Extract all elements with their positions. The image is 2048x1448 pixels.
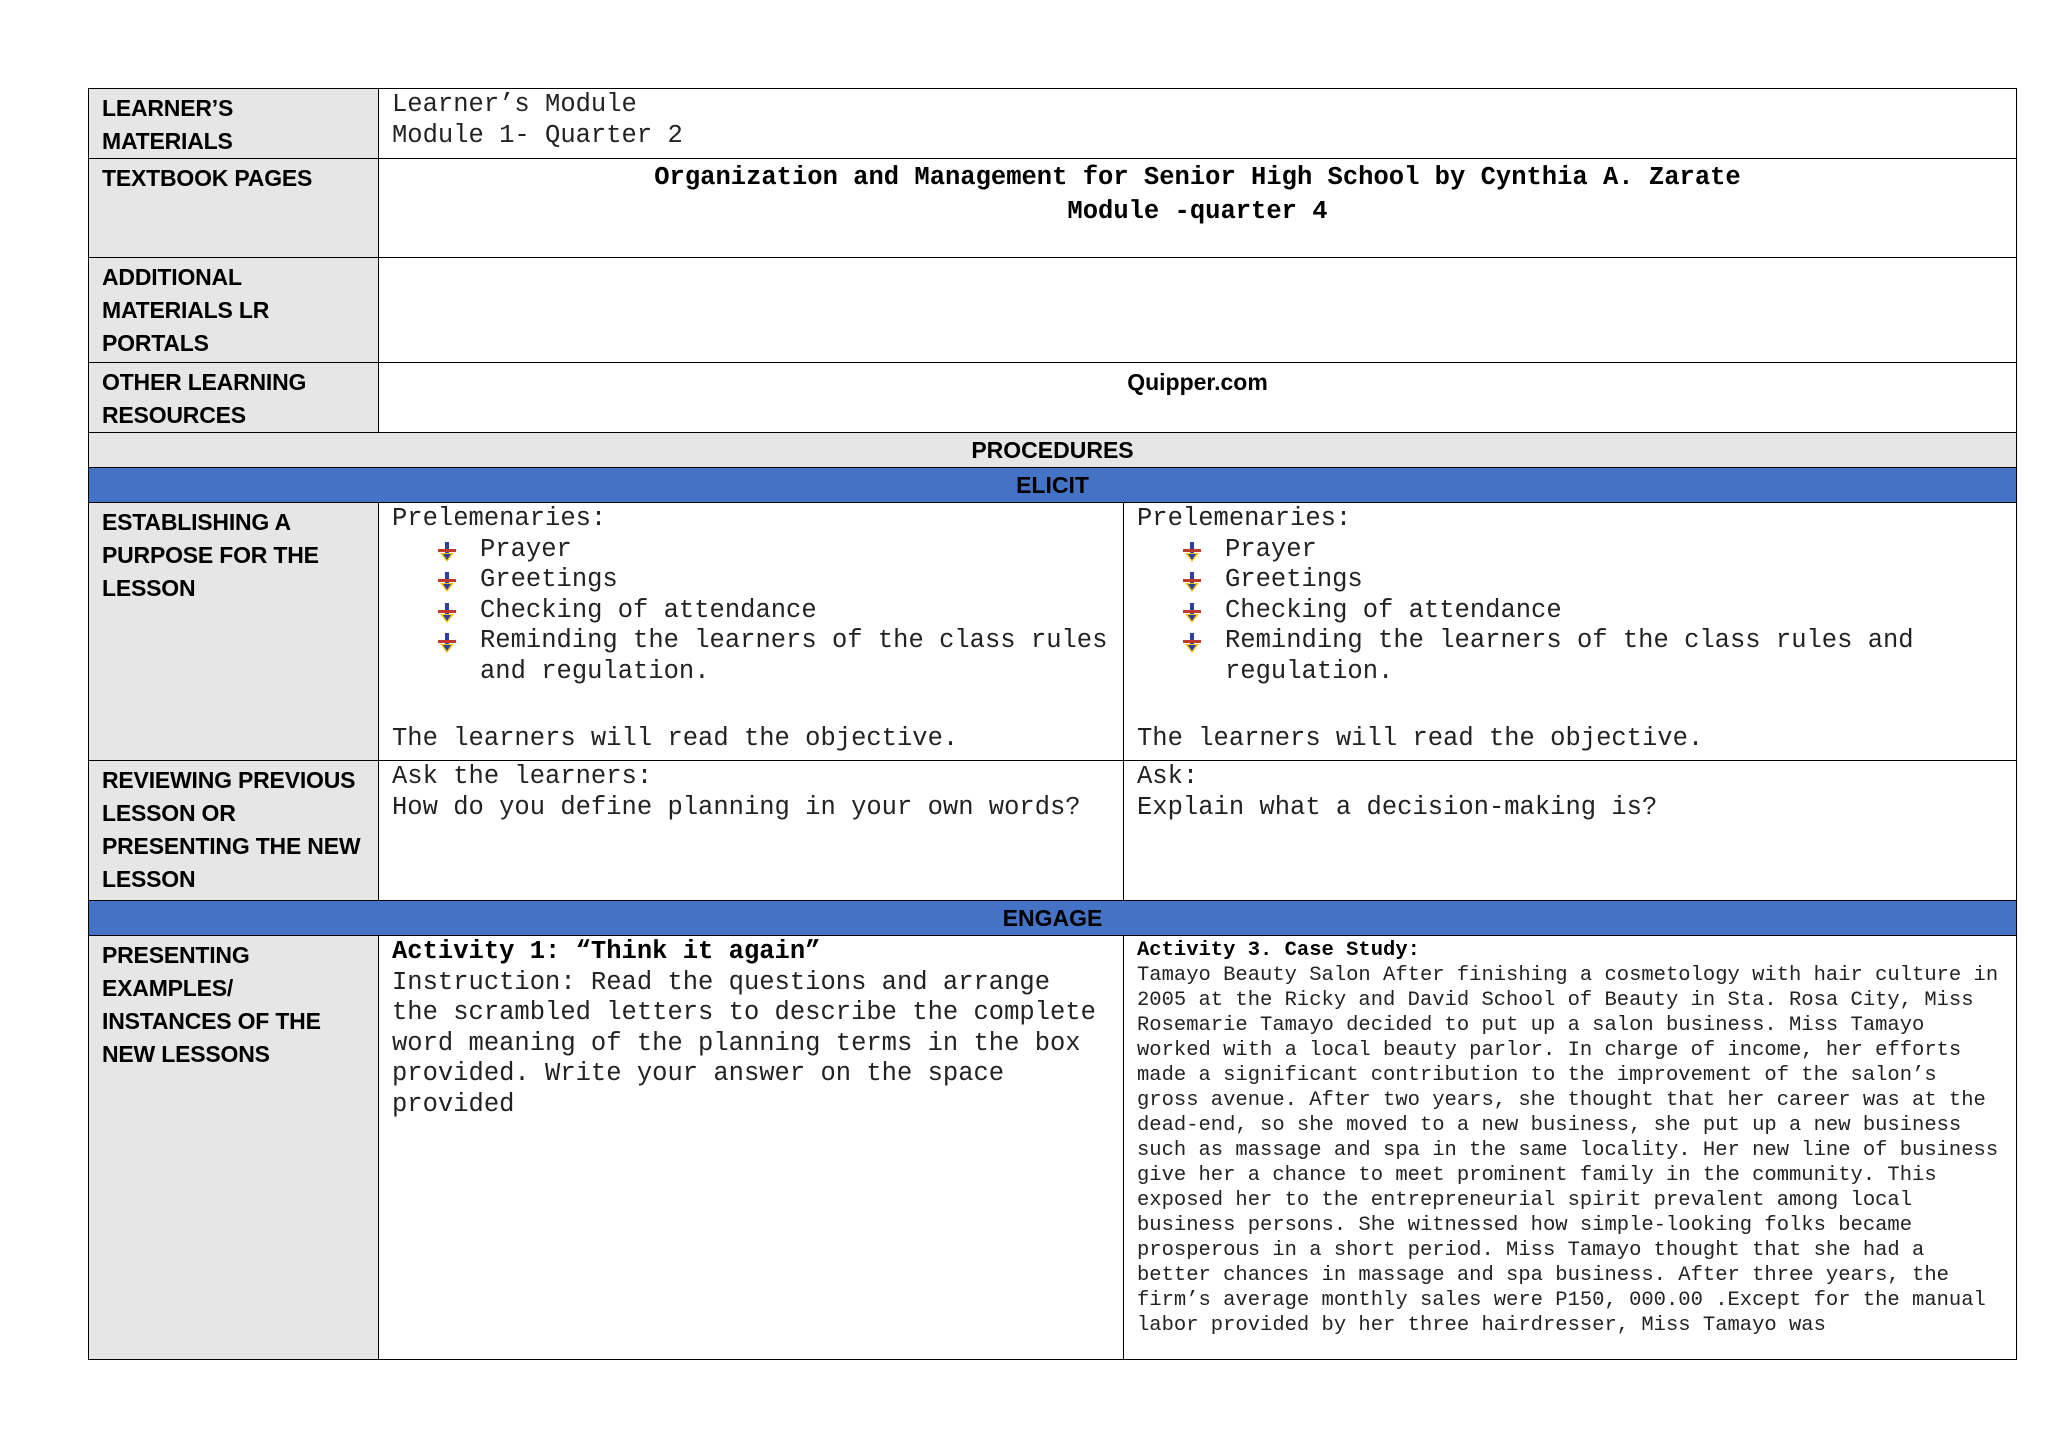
list-item-text: Reminding the learners of the class rule… (480, 626, 1108, 686)
row-procedures: PROCEDURES (88, 432, 2017, 468)
list-item: Checking of attendance (436, 596, 1111, 627)
arrow-down-bullet-icon (1183, 632, 1201, 653)
arrow-down-bullet-icon (1183, 571, 1201, 592)
reviewing-left-line2: How do you define planning in your own w… (392, 792, 1081, 822)
reviewing-right-line2: Explain what a decision-making is? (1137, 792, 1658, 822)
engage-header: ENGAGE (88, 900, 2017, 936)
learners-materials-label: LEARNER’S MATERIALS (88, 88, 379, 159)
list-item-text: Checking of attendance (480, 595, 817, 625)
case-study-text: Tamayo Beauty Salon After finishing a co… (1137, 964, 1999, 1337)
arrow-down-bullet-icon (438, 571, 456, 592)
establishing-label: ESTABLISHING A PURPOSE FOR THE LESSON (88, 502, 379, 761)
establishing-right-closing: The learners will read the objective. (1137, 724, 1704, 753)
reviewing-right-line1: Ask: (1137, 762, 1199, 791)
establishing-right-list: Prayer Greetings Checking of attendance … (1137, 535, 2004, 688)
list-item-text: Reminding the learners of the class rule… (1225, 626, 1914, 686)
presenting-label: PRESENTING EXAMPLES/ INSTANCES OF THE NE… (88, 935, 379, 1360)
list-item-text: Prayer (480, 534, 572, 564)
learners-materials-line1: Learner’s Module (392, 90, 637, 119)
establishing-right: Prelemenaries: Prayer Greetings Checking… (1123, 502, 2017, 761)
case-study-title: Activity 3. Case Study: (1137, 939, 1420, 962)
list-item: Checking of attendance (1181, 596, 2004, 627)
arrow-down-bullet-icon (1183, 602, 1201, 623)
list-item-text: Greetings (1225, 565, 1363, 594)
establishing-right-title: Prelemenaries: (1137, 504, 1352, 533)
lesson-plan-page: LEARNER’S MATERIALS Learner’s Module Mod… (88, 88, 2017, 1360)
arrow-down-bullet-icon (1183, 541, 1201, 562)
row-presenting: PRESENTING EXAMPLES/ INSTANCES OF THE NE… (88, 935, 2017, 1360)
list-item-text: Prayer (1225, 534, 1317, 564)
other-resources-value: Quipper.com (378, 362, 2017, 433)
textbook-title: Organization and Management for Senior H… (654, 163, 1741, 192)
learners-materials-line2: Module 1- Quarter 2 (392, 120, 683, 150)
list-item: Greetings (436, 565, 1111, 596)
reviewing-left: Ask the learners: How do you define plan… (378, 760, 1124, 901)
row-other-resources: OTHER LEARNING RESOURCES Quipper.com (88, 362, 2017, 433)
row-learners-materials: LEARNER’S MATERIALS Learner’s Module Mod… (88, 88, 2017, 159)
row-reviewing: REVIEWING PREVIOUS LESSON OR PRESENTING … (88, 760, 2017, 901)
row-establishing: ESTABLISHING A PURPOSE FOR THE LESSON Pr… (88, 502, 2017, 761)
list-item: Prayer (436, 535, 1111, 566)
activity-1-instruction: Instruction: Read the questions and arra… (392, 967, 1096, 1119)
activity-1-title: Activity 1: “Think it again” (392, 937, 821, 966)
textbook-pages-value: Organization and Management for Senior H… (378, 158, 2017, 258)
row-textbook-pages: TEXTBOOK PAGES Organization and Manageme… (88, 158, 2017, 258)
presenting-left: Activity 1: “Think it again” Instruction… (378, 935, 1124, 1360)
arrow-down-bullet-icon (438, 602, 456, 623)
row-additional-materials: ADDITIONAL MATERIALS LR PORTALS (88, 257, 2017, 363)
textbook-module: Module -quarter 4 (1067, 197, 1328, 226)
learners-materials-value: Learner’s Module Module 1- Quarter 2 (378, 88, 2017, 159)
case-study-box: Activity 3. Case Study: Tamayo Beauty Sa… (1124, 936, 2016, 1358)
additional-materials-label: ADDITIONAL MATERIALS LR PORTALS (88, 257, 379, 363)
establishing-left-closing: The learners will read the objective. (392, 724, 959, 753)
arrow-down-bullet-icon (438, 541, 456, 562)
list-item-text: Checking of attendance (1225, 595, 1562, 625)
establishing-left: Prelemenaries: Prayer Greetings Checking… (378, 502, 1124, 761)
textbook-pages-label: TEXTBOOK PAGES (88, 158, 379, 258)
reviewing-right: Ask: Explain what a decision-making is? (1123, 760, 2017, 901)
elicit-header: ELICIT (88, 467, 2017, 503)
arrow-down-bullet-icon (438, 632, 456, 653)
list-item-text: Greetings (480, 565, 618, 594)
list-item: Reminding the learners of the class rule… (1181, 626, 2004, 687)
reviewing-label: REVIEWING PREVIOUS LESSON OR PRESENTING … (88, 760, 379, 901)
list-item: Reminding the learners of the class rule… (436, 626, 1111, 687)
reviewing-left-line1: Ask the learners: (392, 762, 653, 791)
list-item: Prayer (1181, 535, 2004, 566)
other-resources-label: OTHER LEARNING RESOURCES (88, 362, 379, 433)
presenting-right: Activity 3. Case Study: Tamayo Beauty Sa… (1123, 935, 2017, 1360)
additional-materials-value (378, 257, 2017, 363)
establishing-left-list: Prayer Greetings Checking of attendance … (392, 535, 1111, 688)
establishing-left-title: Prelemenaries: (392, 504, 607, 533)
row-engage: ENGAGE (88, 900, 2017, 936)
list-item: Greetings (1181, 565, 2004, 596)
procedures-header: PROCEDURES (88, 432, 2017, 468)
lesson-plan-table: LEARNER’S MATERIALS Learner’s Module Mod… (88, 88, 2017, 1360)
row-elicit: ELICIT (88, 467, 2017, 503)
